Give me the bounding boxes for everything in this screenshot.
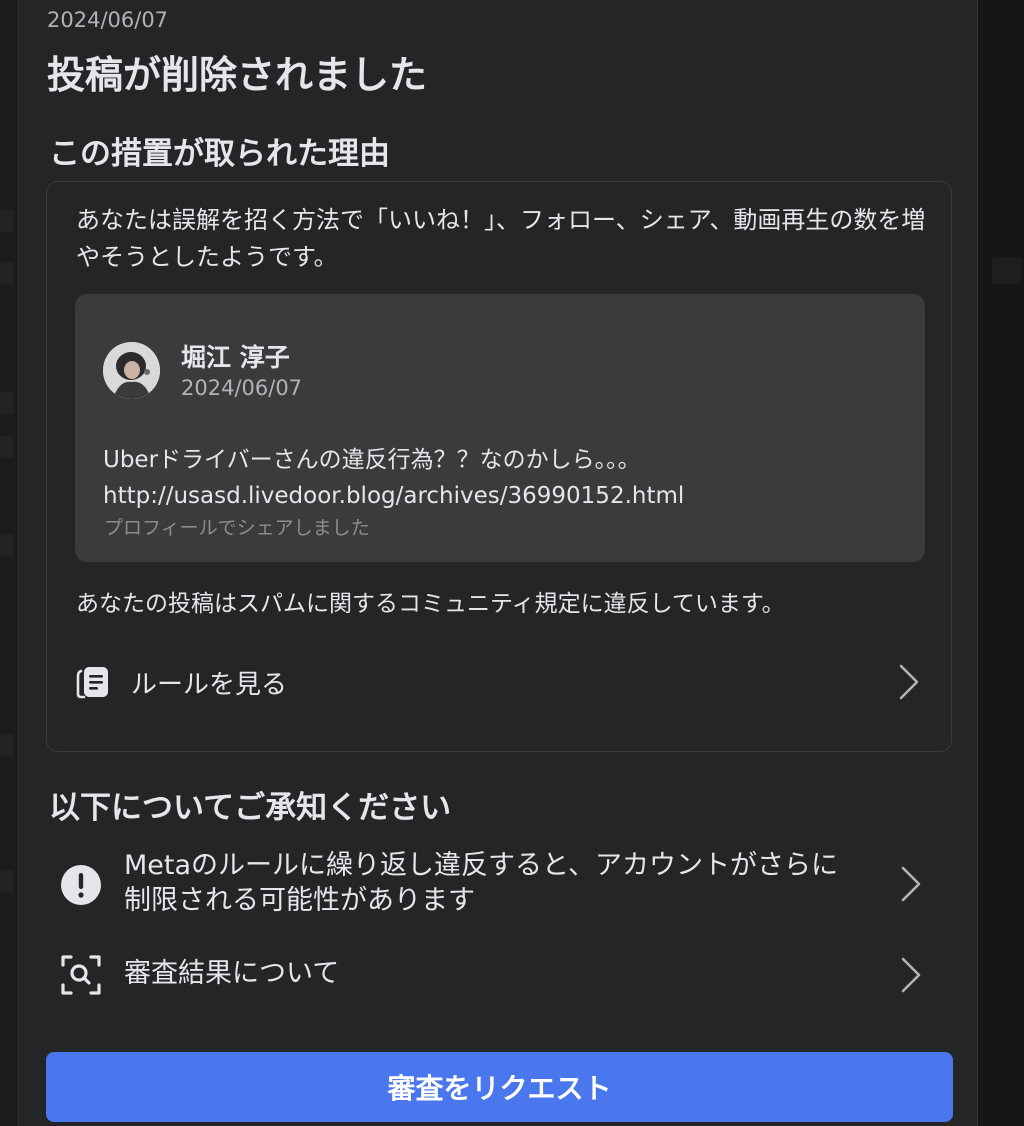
background-text-fragment (0, 534, 14, 556)
reason-text: あなたは誤解を招く方法で「いいね！」、フォロー、シェア、動画再生の数を増やそうと… (76, 206, 926, 271)
page-title: 投稿が削除されました (47, 53, 428, 97)
background-text-fragment (992, 258, 1022, 284)
post-text: Uberドライバーさんの違反行為？？なのかしら。。。 (103, 447, 641, 473)
background-page-left (0, 0, 18, 1126)
reason-card: あなたは誤解を招く方法で「いいね！」、フォロー、シェア、動画再生の数を増やそうと… (46, 181, 952, 752)
request-review-button[interactable]: 審査をリクエスト (46, 1052, 953, 1122)
background-text-fragment (0, 392, 14, 414)
notice-heading: 以下についてご承知ください (49, 790, 452, 826)
background-text-fragment (0, 734, 14, 756)
background-page-right (978, 0, 1024, 1126)
alert-icon (60, 864, 102, 906)
background-text-fragment (0, 210, 14, 232)
review-result-info-item[interactable]: 審査結果について (46, 954, 952, 996)
repeat-violation-info-label: Metaのルールに繰り返し違反すると、アカウントがさらに制限される可能性がありま… (124, 850, 838, 916)
repeat-violation-info-item[interactable]: Metaのルールに繰り返し違反すると、アカウントがさらに制限される可能性がありま… (46, 848, 952, 924)
post-date: 2024/06/07 (181, 376, 303, 400)
background-text-fragment (0, 262, 14, 284)
chevron-right-icon (898, 663, 920, 701)
document-icon (75, 664, 111, 700)
review-result-info-label: 審査結果について (124, 958, 340, 989)
chevron-right-icon (900, 865, 922, 903)
view-rules-button[interactable]: ルールを見る (47, 644, 951, 720)
reason-heading: この措置が取られた理由 (49, 136, 390, 172)
violation-text: あなたの投稿はスパムに関するコミュニティ規定に違反しています。 (76, 591, 785, 617)
notice-date: 2024/06/07 (47, 8, 169, 32)
view-rules-label: ルールを見る (131, 670, 288, 700)
removed-post-preview: 堀江 淳子 2024/06/07 Uberドライバーさんの違反行為？？なのかしら… (75, 294, 925, 562)
background-text-fragment (0, 436, 14, 458)
post-share-note: プロフィールでシェアしました (104, 517, 370, 539)
avatar (103, 342, 160, 399)
post-link: http://usasd.livedoor.blog/archives/3699… (103, 483, 685, 509)
post-author: 堀江 淳子 (181, 343, 290, 372)
post-body: Uberドライバーさんの違反行為？？なのかしら。。。 http://usasd.… (103, 442, 903, 514)
background-text-fragment (0, 870, 14, 892)
chevron-right-icon (900, 956, 922, 994)
review-search-icon (60, 954, 102, 996)
removal-notice-panel: 2024/06/07 投稿が削除されました この措置が取られた理由 あなたは誤解… (18, 0, 978, 1126)
